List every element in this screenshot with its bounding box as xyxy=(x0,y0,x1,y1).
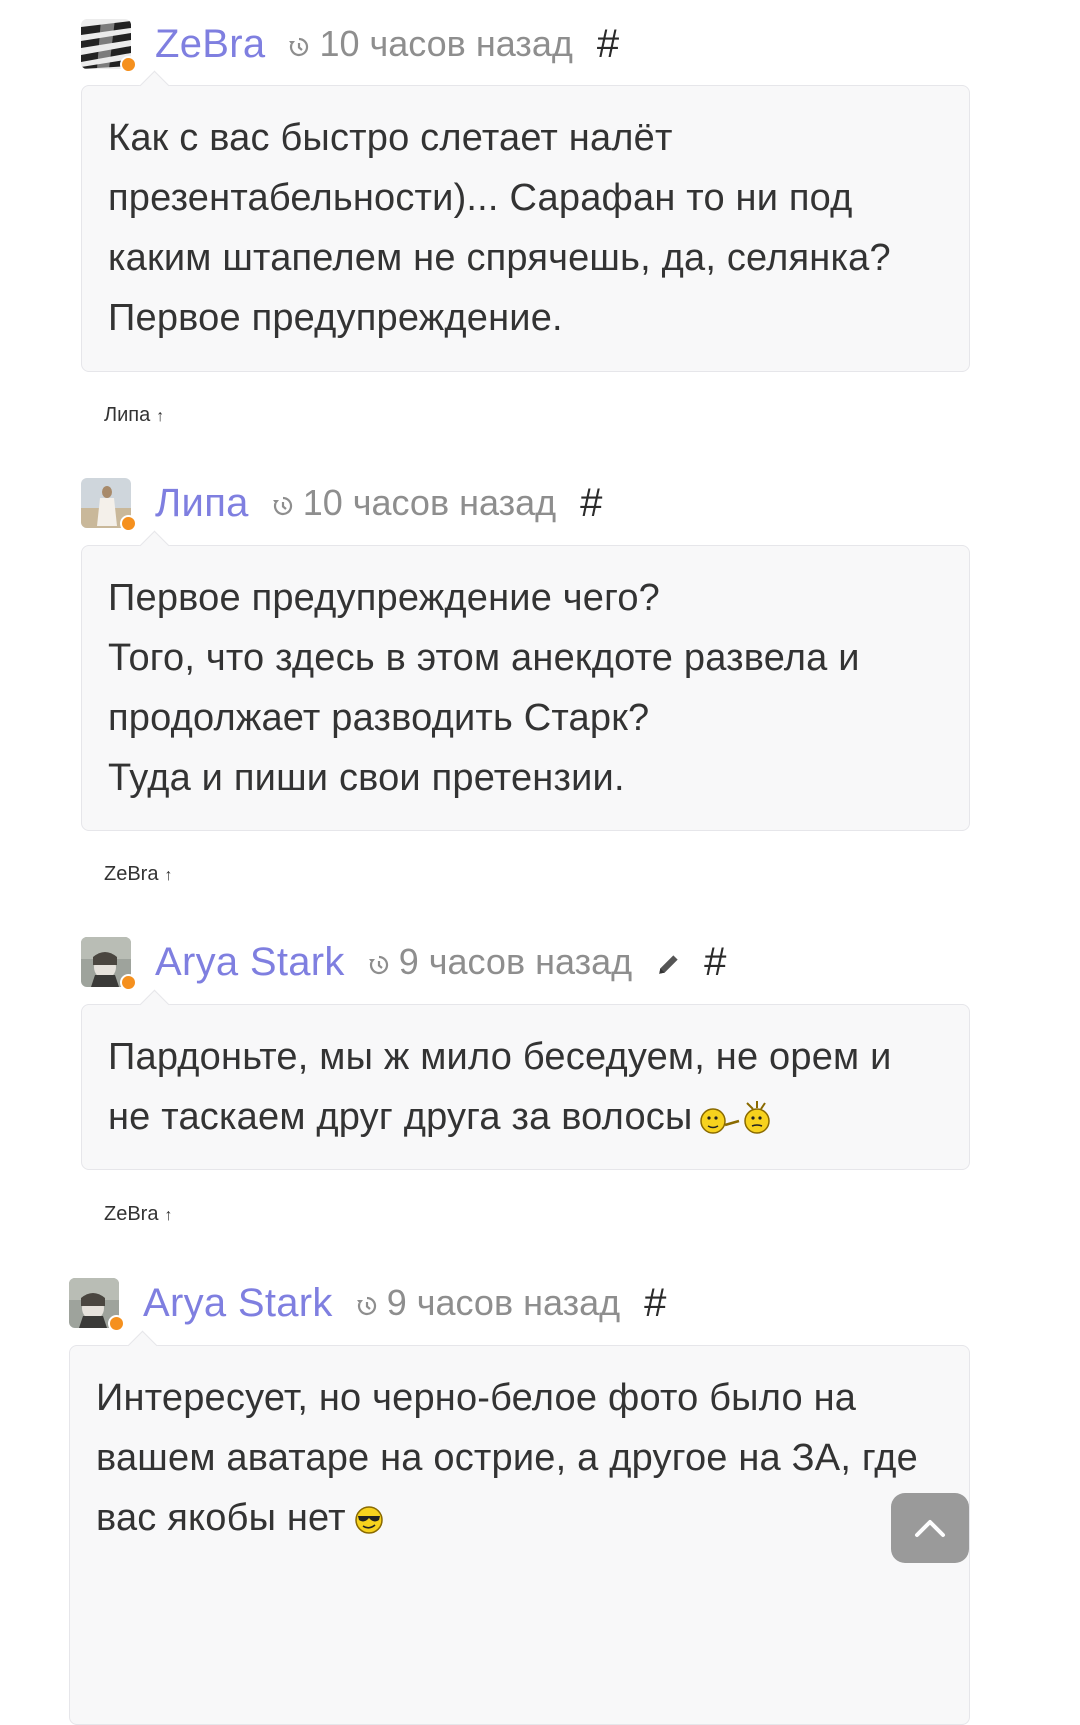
comment-body: Пардоньте, мы ж мило беседуем, не орем и… xyxy=(81,1004,970,1170)
permalink-hash[interactable]: # xyxy=(597,22,619,67)
chevron-up-icon xyxy=(915,1520,945,1537)
comment-text: Первое предупреждение чего? Того, что зд… xyxy=(108,568,943,808)
permalink-hash[interactable]: # xyxy=(580,481,602,526)
comment-line: Того, что здесь в этом анекдоте развела … xyxy=(108,637,860,679)
author-name[interactable]: Липа xyxy=(155,481,249,526)
comment-time[interactable]: 9 часов назад xyxy=(387,1282,620,1324)
reply-to-author: Липа xyxy=(104,404,151,426)
comment-text: Интересует, но черно-белое фото было на … xyxy=(96,1368,943,1548)
comment-line-text: не таскаем друг друга за волосы xyxy=(108,1096,693,1138)
online-status-dot xyxy=(120,515,137,532)
history-icon xyxy=(289,37,309,57)
scroll-to-top-button[interactable] xyxy=(891,1493,969,1563)
comment-line: Первое предупреждение. xyxy=(108,297,563,339)
comment-line: вас якобы нет xyxy=(96,1488,943,1548)
author-name[interactable]: ZeBra xyxy=(155,22,265,67)
permalink-hash[interactable]: # xyxy=(644,1281,666,1326)
pencil-edit-icon xyxy=(659,955,678,974)
comment-header: Arya Stark 9 часов назад # xyxy=(69,1273,666,1333)
comment-line: презентабельности)... Сарафан то ни под xyxy=(108,177,853,219)
comment-header: Arya Stark 9 часов назад # xyxy=(81,932,726,992)
comment-line: Интересует, но черно-белое фото было на xyxy=(96,1377,857,1419)
comment-text: Как с вас быстро слетает налёт презентаб… xyxy=(108,108,943,348)
comment-body: Интересует, но черно-белое фото было на … xyxy=(69,1345,970,1725)
avatar[interactable] xyxy=(81,937,137,991)
history-icon xyxy=(368,955,388,975)
comment-line: каким штапелем не спрячешь, да, селянка? xyxy=(108,237,891,279)
avatar[interactable] xyxy=(69,1278,125,1332)
history-icon xyxy=(272,496,292,516)
reply-to-author: ZeBra xyxy=(104,1203,159,1225)
avatar[interactable] xyxy=(81,19,137,73)
comment-line-text: вас якобы нет xyxy=(96,1497,346,1539)
comment-line: Пардоньте, мы ж мило беседуем, не орем и xyxy=(108,1036,892,1078)
comment-time[interactable]: 9 часов назад xyxy=(399,941,632,983)
up-arrow-icon: ↑ xyxy=(164,867,173,884)
comment-body: Как с вас быстро слетает налёт презентаб… xyxy=(81,85,970,372)
comment-text: Пардоньте, мы ж мило беседуем, не орем и… xyxy=(108,1027,943,1147)
comment-time[interactable]: 10 часов назад xyxy=(319,23,572,65)
online-status-dot xyxy=(120,974,137,991)
online-status-dot xyxy=(108,1315,125,1332)
avatar[interactable] xyxy=(81,478,137,532)
cool-sunglasses-smiley-icon xyxy=(354,1506,383,1534)
comment-line: Как с вас быстро слетает налёт xyxy=(108,117,673,159)
comment-line: вашем аватаре на острие, а другое на ЗА,… xyxy=(96,1437,918,1479)
comment-time[interactable]: 10 часов назад xyxy=(303,482,556,524)
comment-body: Первое предупреждение чего? Того, что зд… xyxy=(81,545,970,831)
author-name[interactable]: Arya Stark xyxy=(143,1281,333,1326)
comment-line: не таскаем друг друга за волосы xyxy=(108,1087,943,1147)
history-icon xyxy=(356,1296,376,1316)
comment-header: Липа 10 часов назад # xyxy=(81,473,602,533)
up-arrow-icon: ↑ xyxy=(156,408,165,425)
comment-line: продолжает разводить Старк? xyxy=(108,697,650,739)
online-status-dot xyxy=(120,56,137,73)
up-arrow-icon: ↑ xyxy=(164,1207,173,1224)
comment-line: Туда и пиши свои претензии. xyxy=(108,757,625,799)
reply-to-author: ZeBra xyxy=(104,863,159,885)
fighting-smileys-icon xyxy=(699,1100,770,1134)
comment-header: ZeBra 10 часов назад # xyxy=(81,14,619,74)
reply-to-link[interactable]: Липа ↑ xyxy=(104,404,164,427)
reply-to-link[interactable]: ZeBra ↑ xyxy=(104,1203,172,1226)
reply-to-link[interactable]: ZeBra ↑ xyxy=(104,863,172,886)
permalink-hash[interactable]: # xyxy=(704,940,726,985)
author-name[interactable]: Arya Stark xyxy=(155,940,345,985)
comment-line: Первое предупреждение чего? xyxy=(108,577,661,619)
